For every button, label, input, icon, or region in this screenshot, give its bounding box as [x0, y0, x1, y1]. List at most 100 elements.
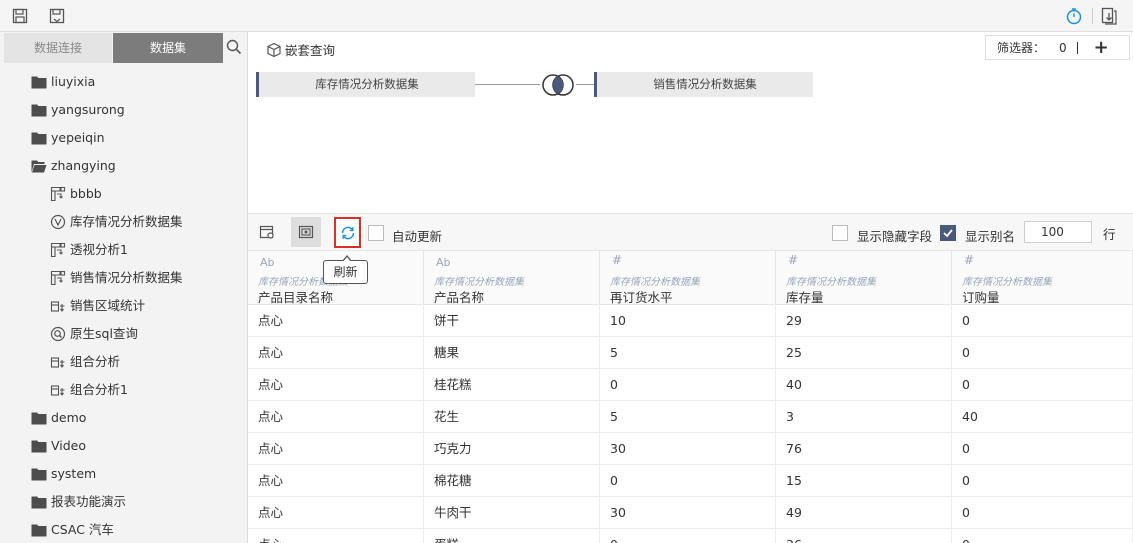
tab-data-connection[interactable]: 数据连接	[4, 33, 112, 63]
main-panel: 嵌套查询 筛选器： 0 + 库存情况分析数据集 销售情况分析数据集 自动更新 显…	[248, 32, 1133, 543]
row-limit-input[interactable]	[1024, 221, 1092, 243]
table-row[interactable]: 点心 桂花糕 0 40 0	[248, 369, 1133, 401]
toolbar-divider	[1092, 8, 1093, 24]
tree-item[interactable]: zhangying	[0, 152, 247, 180]
tree-item-label: system	[51, 466, 97, 481]
table-cell: 36	[776, 529, 952, 543]
table-cell: 点心	[248, 465, 424, 496]
tab-dataset[interactable]: 数据集	[113, 33, 223, 63]
join-type-icon[interactable]	[540, 73, 576, 97]
tree-item-label: demo	[51, 410, 87, 425]
tree-item[interactable]: liuyixia	[0, 68, 247, 96]
table-cell: 0	[600, 465, 776, 496]
search-icon[interactable]	[226, 39, 242, 55]
combined-analysis-icon	[50, 382, 66, 398]
tree-item[interactable]: 报表功能演示	[0, 488, 247, 516]
column-header[interactable]: Ab 库存情况分析数据集 产品名称	[424, 251, 600, 305]
pivot-icon	[50, 186, 66, 202]
tree-item[interactable]: 组合分析1	[0, 376, 247, 404]
tree-item[interactable]: 销售情况分析数据集	[0, 264, 247, 292]
table-cell: 40	[952, 401, 1133, 432]
column-header[interactable]: # 库存情况分析数据集 库存量	[776, 251, 952, 305]
row-limit-unit: 行	[1103, 227, 1116, 242]
table-cell: 点心	[248, 401, 424, 432]
table-cell: 30	[600, 433, 776, 464]
tree-item[interactable]: bbbb	[0, 180, 247, 208]
table-row[interactable]: 点心 牛肉干 30 49 0	[248, 497, 1133, 529]
sidebar: 数据连接 数据集 liuyixia yangsurong yepeiqin zhang…	[0, 32, 248, 543]
export-icon[interactable]	[1099, 6, 1119, 26]
tree-item[interactable]: 组合分析	[0, 348, 247, 376]
column-source: 库存情况分析数据集	[610, 277, 700, 288]
folder-icon	[31, 466, 47, 482]
dataset-node-left[interactable]: 库存情况分析数据集	[256, 72, 475, 97]
table-cell: 牛肉干	[424, 497, 600, 528]
table-cell: 40	[776, 369, 952, 400]
field-settings-icon[interactable]	[252, 217, 282, 247]
combined-analysis-icon	[50, 354, 66, 370]
table-cell: 0	[600, 529, 776, 543]
column-name: 再订货水平	[610, 290, 673, 305]
tree-item-label: 报表功能演示	[51, 494, 127, 509]
filter-box: 筛选器： 0 +	[985, 35, 1130, 60]
nested-query-title: 嵌套查询	[266, 40, 335, 59]
tree-item[interactable]: CSAC 汽车	[0, 516, 247, 543]
table-row[interactable]: 点心 花生 5 3 40	[248, 401, 1133, 433]
table-cell: 点心	[248, 529, 424, 543]
table-cell: 花生	[424, 401, 600, 432]
timer-icon[interactable]	[1064, 6, 1084, 26]
tree-item-label: 库存情况分析数据集	[70, 214, 183, 229]
table-cell: 5	[600, 401, 776, 432]
save-icon[interactable]	[10, 6, 30, 26]
column-source: 库存情况分析数据集	[786, 277, 876, 288]
table-row[interactable]: 点心蛋糕0360	[248, 529, 1133, 543]
tree-item[interactable]: 原生sql查询	[0, 320, 247, 348]
table-row[interactable]: 点心 棉花糖 0 15 0	[248, 465, 1133, 497]
tree-item[interactable]: Video	[0, 432, 247, 460]
tree-item[interactable]: 销售区域统计	[0, 292, 247, 320]
join-line-left	[475, 84, 540, 85]
show-hidden-fields-checkbox[interactable]	[832, 225, 848, 241]
dataset-node-right[interactable]: 销售情况分析数据集	[594, 72, 813, 97]
nested-query-icon	[50, 214, 66, 230]
tree-item[interactable]: 透视分析1	[0, 236, 247, 264]
save-as-icon[interactable]	[47, 6, 67, 26]
table-cell: 点心	[248, 497, 424, 528]
cube-icon	[267, 42, 281, 57]
column-header[interactable]: # 库存情况分析数据集 再订货水平	[600, 251, 776, 305]
filter-count: 0	[1059, 40, 1067, 55]
show-alias-checkbox[interactable]	[940, 225, 956, 241]
refresh-button[interactable]	[334, 217, 361, 248]
filter-label: 筛选器：	[997, 41, 1046, 55]
sql-query-icon	[50, 326, 66, 342]
tree-item-label: CSAC 汽车	[51, 522, 114, 537]
tree-item[interactable]: yangsurong	[0, 96, 247, 124]
table-cell: 49	[776, 497, 952, 528]
tree-item[interactable]: demo	[0, 404, 247, 432]
add-filter-button[interactable]: +	[1094, 38, 1109, 57]
grid-body: 点心 饼干 10 29 0 点心 糖果 5 25 0 点心 桂花糕 0 40 0 点心 花生 5 3 40 点心 巧克力 3…	[248, 305, 1133, 543]
tree-item-label: 销售区域统计	[70, 298, 146, 313]
text-type-icon: Ab	[436, 256, 451, 269]
table-cell: 0	[952, 305, 1133, 336]
column-header[interactable]: # 库存情况分析数据集 订购量	[952, 251, 1133, 305]
tree-item-label: liuyixia	[51, 74, 96, 89]
column-name: 订购量	[962, 290, 1000, 305]
preview-data-icon[interactable]	[291, 217, 321, 247]
table-cell: 5	[600, 337, 776, 368]
auto-update-checkbox[interactable]	[368, 225, 384, 241]
text-type-icon: Ab	[260, 256, 275, 269]
table-row[interactable]: 点心 糖果 5 25 0	[248, 337, 1133, 369]
refresh-tooltip: 刷新	[323, 255, 368, 284]
table-cell: 15	[776, 465, 952, 496]
tree-item[interactable]: yepeiqin	[0, 124, 247, 152]
tree-item-label: Video	[51, 438, 87, 453]
table-cell: 饼干	[424, 305, 600, 336]
tree-item[interactable]: system	[0, 460, 247, 488]
number-type-icon: #	[964, 253, 975, 267]
tree-item[interactable]: 库存情况分析数据集	[0, 208, 247, 236]
table-cell: 0	[600, 369, 776, 400]
table-row[interactable]: 点心 巧克力 30 76 0	[248, 433, 1133, 465]
table-row[interactable]: 点心 饼干 10 29 0	[248, 305, 1133, 337]
folder-icon	[31, 438, 47, 454]
